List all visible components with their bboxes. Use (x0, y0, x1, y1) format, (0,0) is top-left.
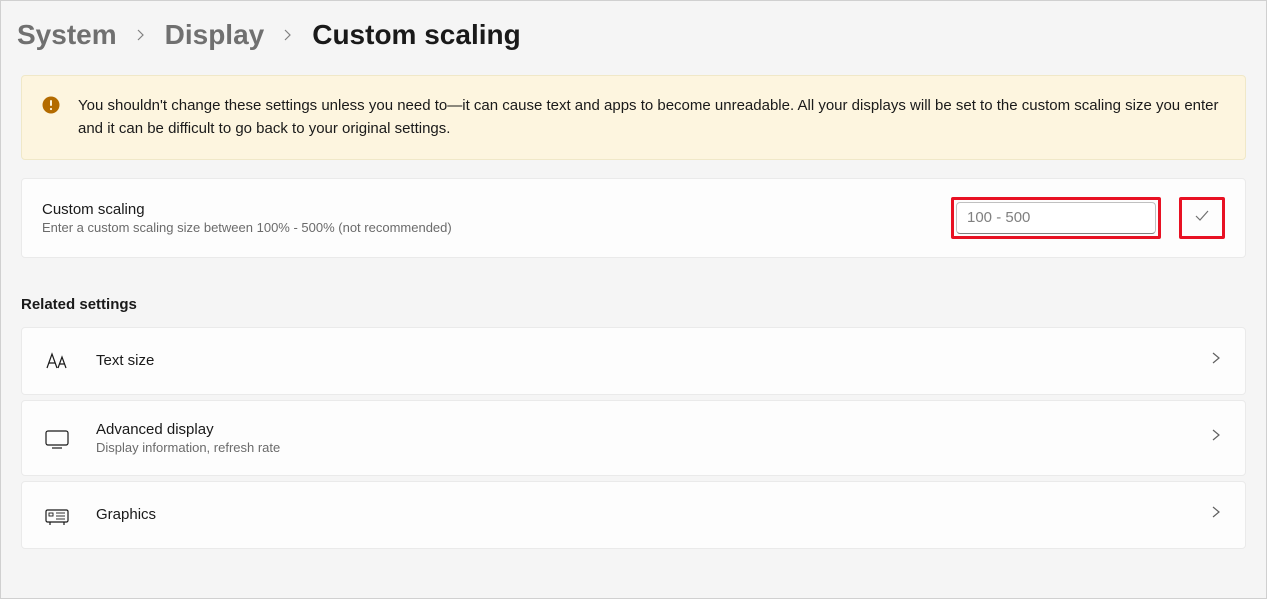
breadcrumb: System Display Custom scaling (17, 1, 1250, 75)
related-item-title: Advanced display (96, 421, 1183, 438)
check-icon (1192, 206, 1212, 229)
related-settings-header: Related settings (21, 296, 1246, 313)
page-title: Custom scaling (312, 19, 520, 51)
custom-scaling-title: Custom scaling (42, 201, 935, 218)
related-item-text-size[interactable]: Text size (21, 327, 1246, 395)
confirm-button[interactable] (1184, 202, 1220, 234)
related-item-title: Text size (96, 352, 1183, 369)
related-item-title: Graphics (96, 506, 1183, 523)
custom-scaling-input[interactable] (956, 202, 1156, 234)
chevron-right-icon (1209, 428, 1223, 447)
chevron-right-icon (135, 24, 147, 47)
related-item-advanced-display[interactable]: Advanced display Display information, re… (21, 400, 1246, 476)
display-icon (44, 425, 70, 451)
custom-scaling-subtitle: Enter a custom scaling size between 100%… (42, 220, 935, 235)
custom-scaling-card: Custom scaling Enter a custom scaling si… (21, 178, 1246, 258)
chevron-right-icon (282, 24, 294, 47)
highlight-box (951, 197, 1161, 239)
warning-text: You shouldn't change these settings unle… (78, 94, 1225, 141)
warning-icon (42, 96, 60, 114)
related-item-graphics[interactable]: Graphics (21, 481, 1246, 549)
breadcrumb-system[interactable]: System (17, 19, 117, 51)
related-item-subtitle: Display information, refresh rate (96, 440, 1183, 455)
graphics-icon (44, 502, 70, 528)
chevron-right-icon (1209, 505, 1223, 524)
text-size-icon (44, 348, 70, 374)
chevron-right-icon (1209, 351, 1223, 370)
breadcrumb-display[interactable]: Display (165, 19, 265, 51)
highlight-box (1179, 197, 1225, 239)
warning-banner: You shouldn't change these settings unle… (21, 75, 1246, 160)
